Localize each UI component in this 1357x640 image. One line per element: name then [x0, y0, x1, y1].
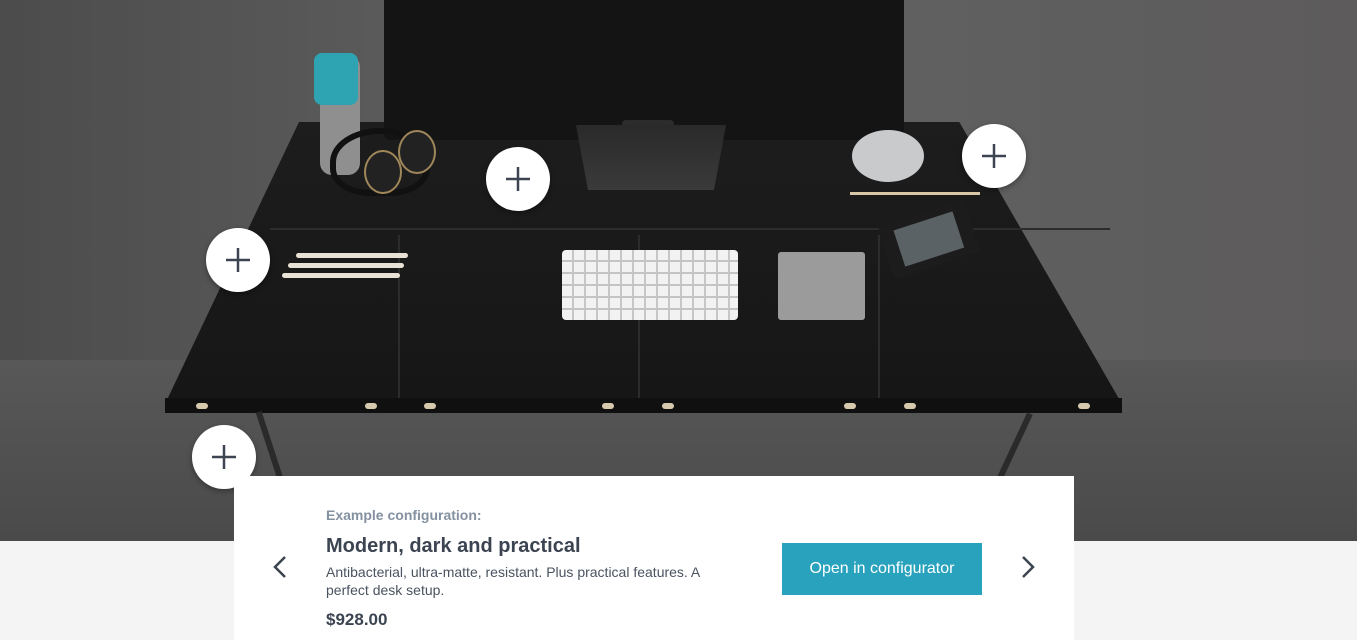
desk-front: [165, 398, 1122, 413]
desk-slot: [282, 273, 400, 278]
headphone-cup: [364, 150, 402, 194]
desk-hole: [1078, 403, 1090, 409]
desk-hole: [904, 403, 916, 409]
hotspot-slots[interactable]: [206, 228, 270, 292]
card-title: Modern, dark and practical: [326, 535, 581, 557]
speaker: [852, 130, 924, 182]
monitor-stand: [576, 125, 726, 190]
hotspot-headphones[interactable]: [486, 147, 550, 211]
card-eyebrow: Example configuration:: [326, 507, 482, 523]
desk-slot: [288, 263, 404, 268]
hotspot-speaker[interactable]: [962, 124, 1026, 188]
open-configurator-button[interactable]: Open in configurator: [782, 543, 982, 595]
water-bottle-cap: [314, 53, 358, 105]
headphone-cup: [398, 130, 436, 174]
desk-slot: [296, 253, 408, 258]
desk-hole: [365, 403, 377, 409]
prev-button[interactable]: [268, 552, 292, 582]
chevron-right-icon: [1022, 556, 1035, 578]
trackpad: [778, 252, 865, 320]
desk-hole: [424, 403, 436, 409]
pencil: [850, 192, 980, 195]
plus-icon: [982, 144, 1006, 168]
desk-hole: [196, 403, 208, 409]
plus-icon: [506, 167, 530, 191]
desk-seam: [270, 228, 1110, 230]
next-button[interactable]: [1016, 552, 1040, 582]
card-price: $928.00: [326, 610, 388, 629]
desk-hole: [662, 403, 674, 409]
chevron-left-icon: [273, 556, 286, 578]
plus-icon: [226, 248, 250, 272]
configuration-card: Example configuration: Modern, dark and …: [234, 476, 1074, 640]
desk-hole: [844, 403, 856, 409]
monitor: [384, 0, 904, 140]
desk-seam: [398, 235, 400, 405]
card-description: Antibacterial, ultra-matte, resistant. P…: [326, 564, 700, 598]
plus-icon: [212, 445, 236, 469]
desk-seam: [878, 235, 880, 405]
keyboard: [562, 250, 738, 320]
desk-hole: [602, 403, 614, 409]
